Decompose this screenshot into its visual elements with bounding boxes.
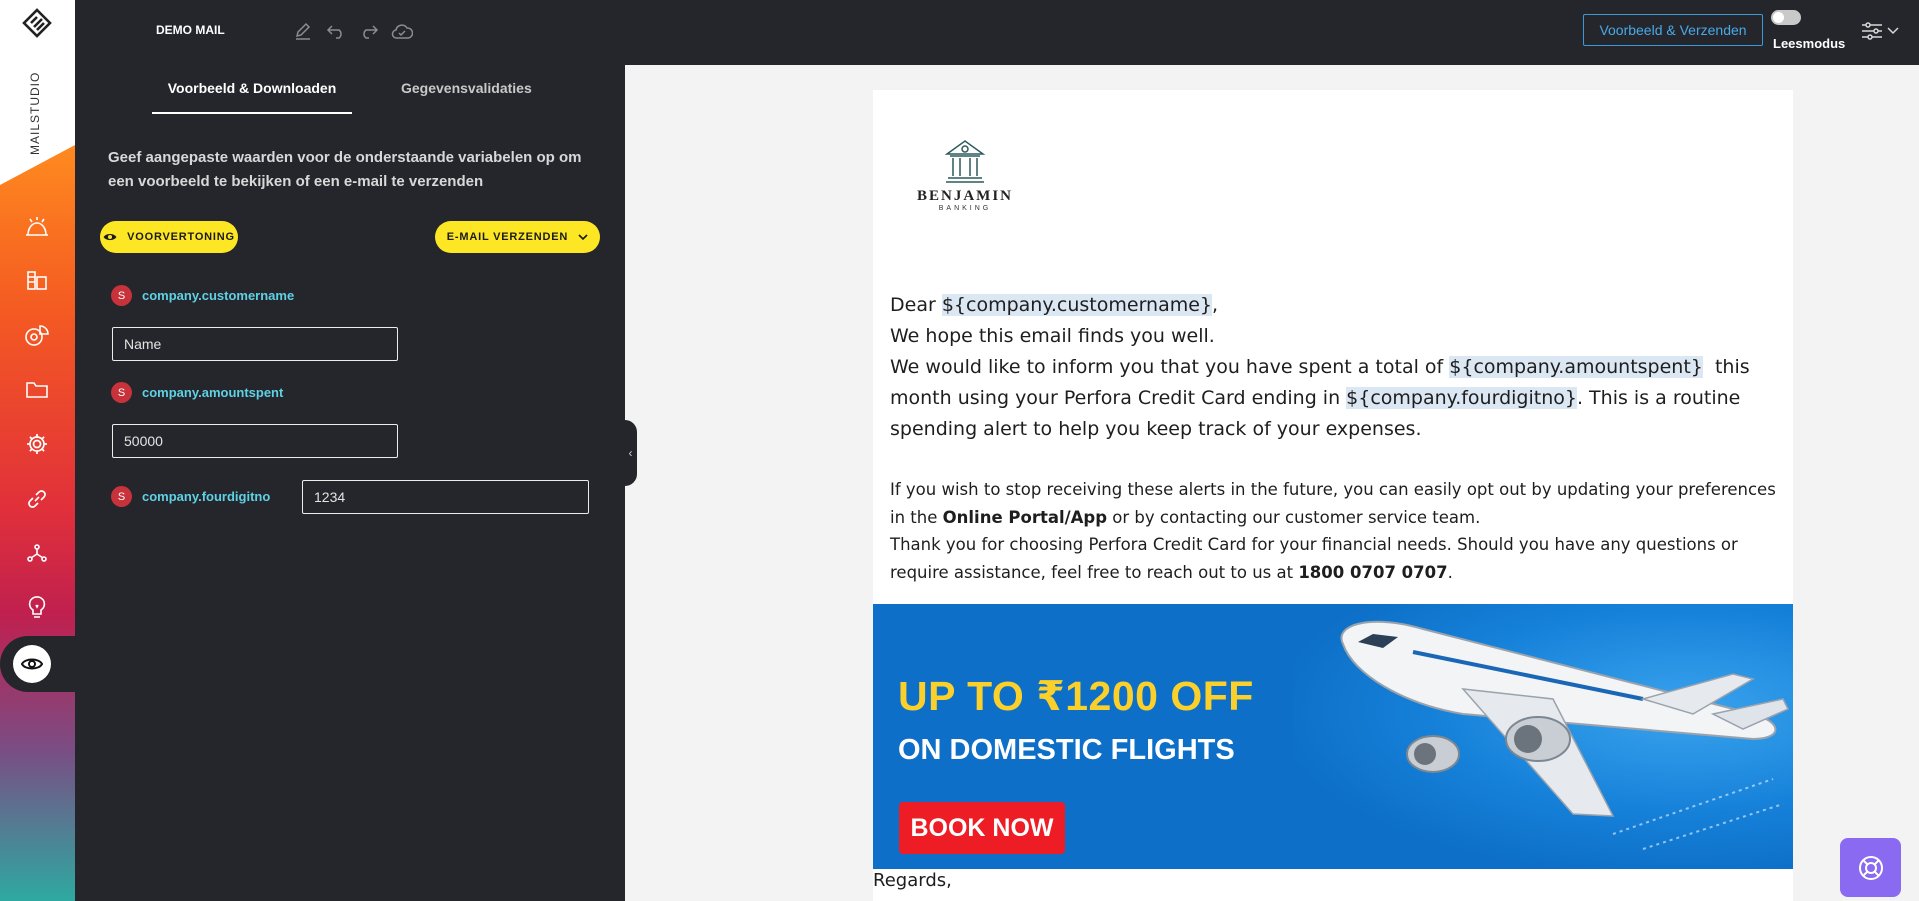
- fourdigitno-input[interactable]: [302, 480, 589, 514]
- bank-logo-name: BENJAMIN: [916, 188, 1013, 204]
- email-preview: BENJAMIN BANKING Dear ${company.customer…: [873, 90, 1793, 901]
- variable-row-fourdigitno: S company.fourdigitno: [111, 486, 270, 507]
- undo-icon[interactable]: [325, 20, 347, 42]
- online-portal-text: Online Portal/App: [942, 507, 1108, 527]
- analytics-icon[interactable]: [22, 265, 52, 295]
- bank-building-icon: [944, 140, 986, 183]
- panel-description: Geef aangepaste waarden voor de ondersta…: [108, 149, 582, 190]
- greeting-line: Dear ${company.customername},: [890, 294, 1219, 316]
- email-body-secondary: If you wish to stop receiving these aler…: [890, 476, 1780, 586]
- chevron-down-icon: [578, 233, 588, 240]
- ideas-bulb-icon[interactable]: [22, 593, 52, 623]
- cloud-check-icon[interactable]: [391, 20, 413, 42]
- redo-icon[interactable]: [358, 20, 380, 42]
- string-type-badge: S: [111, 486, 132, 507]
- optout-paragraph: If you wish to stop receiving these aler…: [890, 480, 1776, 527]
- chevron-down-icon: [1887, 27, 1899, 35]
- book-now-button[interactable]: BOOK NOW: [899, 802, 1065, 854]
- thanks-paragraph: Thank you for choosing Perfora Credit Ca…: [890, 535, 1738, 582]
- brand-label: MAILSTUDIO: [28, 71, 42, 155]
- variable-name: company.fourdigitno: [142, 489, 271, 504]
- folder-icon[interactable]: [22, 374, 52, 404]
- flight-offer-banner[interactable]: UP TO ₹1200 OFF ON DOMESTIC FLIGHTS BOOK…: [873, 604, 1793, 869]
- link-icon[interactable]: [22, 484, 52, 514]
- mailstudio-logo-icon[interactable]: [22, 8, 52, 38]
- spend-paragraph: We would like to inform you that you hav…: [890, 356, 1756, 440]
- lifebuoy-help-icon: [1858, 855, 1883, 880]
- variable-row-customername: S company.customername: [111, 285, 294, 306]
- reading-mode-label: Leesmodus: [1773, 36, 1846, 51]
- help-button[interactable]: [1840, 838, 1901, 897]
- airplane-illustration: [1340, 620, 1790, 850]
- hope-line: We hope this email finds you well.: [890, 325, 1215, 347]
- top-bar: DEMO MAIL Voorbeeld & Verzenden Leesmodu…: [75, 0, 1919, 65]
- preview-send-button[interactable]: Voorbeeld & Verzenden: [1583, 14, 1763, 46]
- campaign-icon[interactable]: [22, 210, 52, 240]
- amountspent-input[interactable]: [112, 424, 398, 458]
- sliders-icon[interactable]: [1861, 18, 1905, 44]
- send-email-button-label: E-MAIL VERZENDEN: [446, 231, 569, 243]
- collapse-panel-handle[interactable]: ‹: [624, 420, 637, 486]
- bank-logo: BENJAMIN BANKING: [910, 138, 1020, 218]
- send-email-button[interactable]: E-MAIL VERZENDEN: [435, 221, 600, 253]
- variables-panel: Voorbeeld & Downloaden Gegevensvalidatie…: [75, 65, 625, 901]
- reading-mode-toggle[interactable]: [1771, 10, 1801, 25]
- variable-amountspent: ${company.amountspent}: [1449, 356, 1703, 378]
- collapse-chevron-icon: ‹: [628, 446, 633, 460]
- variable-fourdigitno: ${company.fourdigitno}: [1346, 387, 1577, 409]
- pencil-icon[interactable]: [292, 20, 314, 42]
- document-title: DEMO MAIL: [156, 23, 225, 37]
- email-body-main: Dear ${company.customername}, We hope th…: [890, 290, 1780, 445]
- eye-icon: [103, 233, 117, 241]
- preview-button-label: VOORVERTONING: [127, 231, 235, 243]
- customername-input[interactable]: [112, 327, 398, 361]
- banner-subheadline: ON DOMESTIC FLIGHTS: [898, 734, 1235, 766]
- preview-button[interactable]: VOORVERTONING: [100, 221, 238, 253]
- tab-data-validations[interactable]: Gegevensvalidaties: [401, 80, 532, 112]
- variable-customername: ${company.customername}: [941, 294, 1213, 316]
- phone-number: 1800 0707 0707: [1298, 562, 1448, 582]
- variable-name: company.customername: [142, 288, 295, 303]
- eye-icon[interactable]: [13, 645, 51, 683]
- variable-name: company.amountspent: [142, 385, 284, 400]
- tab-preview-download[interactable]: Voorbeeld & Downloaden: [152, 80, 352, 114]
- variable-row-amountspent: S company.amountspent: [111, 382, 283, 403]
- string-type-badge: S: [111, 382, 132, 403]
- rail-gradient: [0, 145, 75, 901]
- settings-gear-icon[interactable]: [22, 429, 52, 459]
- banner-headline: UP TO ₹1200 OFF: [898, 673, 1254, 719]
- left-rail: MAILSTUDIO: [0, 0, 75, 901]
- integration-icon[interactable]: [22, 538, 52, 568]
- segments-icon[interactable]: [22, 320, 52, 350]
- string-type-badge: S: [111, 285, 132, 306]
- regards-line: Regards,: [873, 870, 952, 891]
- bank-logo-subtitle: BANKING: [938, 205, 992, 212]
